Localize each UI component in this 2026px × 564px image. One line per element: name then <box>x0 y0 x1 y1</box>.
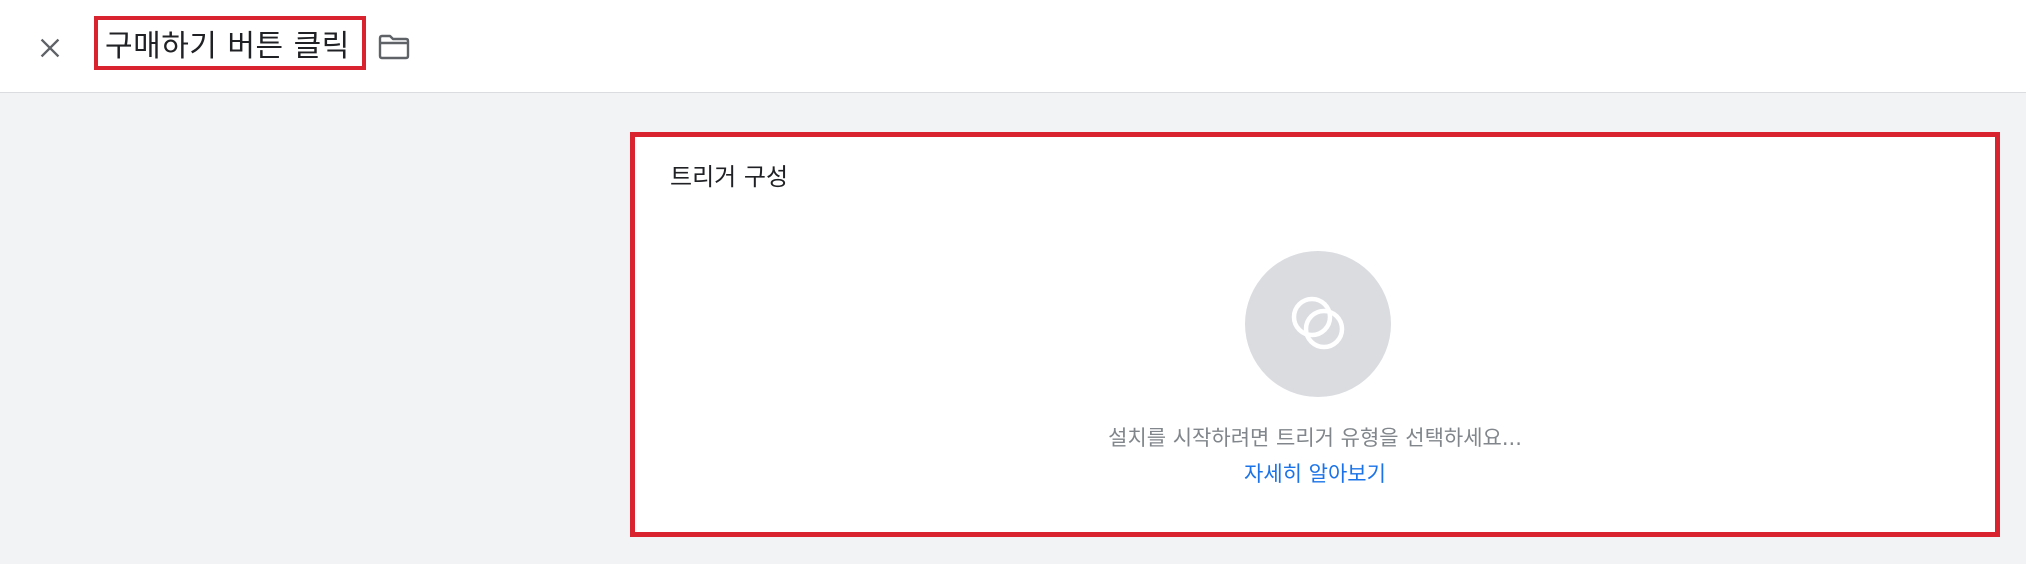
folder-icon <box>378 34 410 60</box>
editor-header: 구매하기 버튼 클릭 <box>0 0 2026 93</box>
close-button[interactable] <box>30 28 70 68</box>
close-icon <box>40 38 60 58</box>
setup-prompt: 설치를 시작하려면 트리거 유형을 선택하세요... <box>1108 426 1522 450</box>
trigger-type-icon <box>1291 296 1345 350</box>
card-title: 트리거 구성 <box>670 163 789 191</box>
trigger-name-field[interactable]: 구매하기 버튼 클릭 <box>94 16 366 70</box>
choose-trigger-type-button[interactable] <box>1245 251 1391 397</box>
folder-button[interactable] <box>376 32 412 62</box>
trigger-configuration-card: 트리거 구성 설치를 시작하려면 트리거 유형을 선택하세요... 자세히 알아… <box>630 132 2000 537</box>
learn-more-link[interactable]: 자세히 알아보기 <box>635 458 1995 488</box>
trigger-name: 구매하기 버튼 클릭 <box>105 29 350 64</box>
